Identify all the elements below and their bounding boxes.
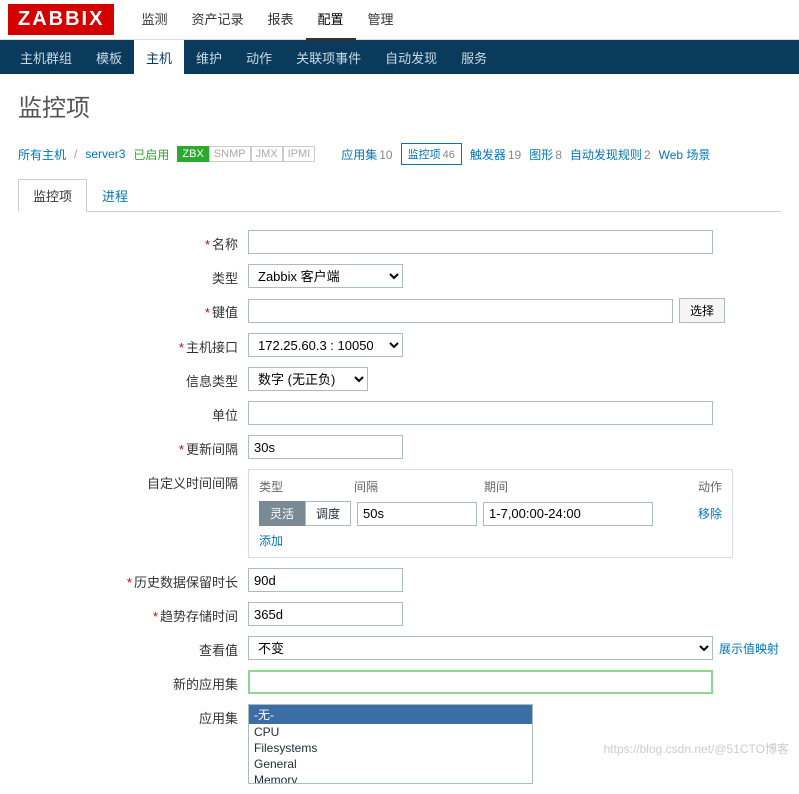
topnav-menu: 监测 资产记录 报表 配置 管理 (129, 0, 405, 41)
interval-type-segment: 灵活 调度 (259, 501, 351, 526)
subnav-maintenance[interactable]: 维护 (184, 40, 234, 74)
app-option-cpu[interactable]: CPU (249, 724, 532, 740)
sub-nav: 主机群组 模板 主机 维护 动作 关联项事件 自动发现 服务 (0, 40, 799, 74)
input-name[interactable] (248, 230, 713, 254)
tab-process[interactable]: 进程 (87, 179, 143, 212)
input-key[interactable] (248, 299, 673, 323)
select-key-button[interactable]: 选择 (679, 298, 725, 323)
status-enabled: 已启用 (133, 146, 169, 163)
tab-item[interactable]: 监控项 (18, 179, 87, 212)
count-applications: 10 (379, 148, 392, 162)
app-option-general[interactable]: General (249, 756, 532, 772)
label-apps: 应用集 (199, 711, 238, 726)
item-form: *名称 类型 Zabbix 客户端 *键值 选择 *主机接口 172.25.60… (0, 212, 799, 784)
ih-type: 类型 (259, 478, 354, 495)
page-title: 监控项 (0, 74, 799, 137)
label-history: 历史数据保留时长 (134, 575, 238, 590)
badge-jmx: JMX (251, 146, 283, 162)
label-info-type: 信息类型 (186, 374, 238, 389)
label-show-value: 查看值 (199, 643, 238, 658)
custom-interval-box: 类型 间隔 期间 动作 灵活 调度 移除 添加 (248, 469, 733, 558)
badge-snmp: SNMP (209, 146, 251, 162)
breadcrumb-all-hosts[interactable]: 所有主机 (18, 146, 66, 163)
value-mapping-link[interactable]: 展示值映射 (719, 640, 779, 657)
topnav-reports[interactable]: 报表 (255, 0, 305, 41)
topnav-administration[interactable]: 管理 (356, 0, 406, 41)
input-update-interval[interactable] (248, 435, 403, 459)
input-history[interactable] (248, 568, 403, 592)
select-info-type[interactable]: 数字 (无正负) (248, 367, 368, 391)
ih-interval: 间隔 (354, 478, 484, 495)
label-custom-interval: 自定义时间间隔 (147, 476, 238, 491)
select-type[interactable]: Zabbix 客户端 (248, 264, 403, 288)
label-interface: 主机接口 (186, 340, 238, 355)
add-interval-link[interactable]: 添加 (259, 534, 283, 548)
subnav-services[interactable]: 服务 (449, 40, 499, 74)
app-option-filesystems[interactable]: Filesystems (249, 740, 532, 756)
subnav-actions[interactable]: 动作 (234, 40, 284, 74)
count-discovery: 2 (644, 148, 651, 162)
input-new-app[interactable] (248, 670, 713, 694)
remove-interval-link[interactable]: 移除 (698, 505, 722, 522)
seg-scheduling[interactable]: 调度 (305, 501, 351, 526)
input-interval[interactable] (357, 502, 477, 526)
label-update-interval: 更新间隔 (186, 442, 238, 457)
topnav-inventory[interactable]: 资产记录 (179, 0, 255, 41)
ih-action: 动作 (659, 478, 722, 495)
count-triggers: 19 (508, 148, 521, 162)
input-period[interactable] (483, 502, 653, 526)
input-trend[interactable] (248, 602, 403, 626)
breadcrumb-host[interactable]: server3 (85, 147, 125, 161)
app-option-memory[interactable]: Memory (249, 772, 532, 784)
label-name: 名称 (212, 237, 238, 252)
breadcrumb-bar: 所有主机 / server3 已启用 ZBX SNMP JMX IPMI 应用集… (0, 137, 799, 171)
topnav-configuration[interactable]: 配置 (306, 0, 356, 41)
top-nav: ZABBIX 监测 资产记录 报表 配置 管理 (0, 0, 799, 40)
link-triggers[interactable]: 触发器 (470, 148, 506, 162)
badge-zbx: ZBX (177, 146, 208, 162)
label-trend: 趋势存储时间 (160, 609, 238, 624)
subnav-templates[interactable]: 模板 (84, 40, 134, 74)
logo: ZABBIX (8, 4, 114, 35)
count-graphs: 8 (555, 148, 562, 162)
count-items: 46 (443, 149, 455, 161)
subnav-hostgroups[interactable]: 主机群组 (8, 40, 84, 74)
tabs: 监控项 进程 (18, 179, 781, 212)
label-new-app: 新的应用集 (173, 677, 238, 692)
seg-flexible[interactable]: 灵活 (259, 501, 305, 526)
badge-ipmi: IPMI (283, 146, 316, 162)
breadcrumb-sep: / (74, 147, 77, 161)
select-show-value[interactable]: 不变 (248, 636, 713, 660)
link-web-scenarios[interactable]: Web 场景 (659, 148, 711, 162)
apps-listbox[interactable]: -无- CPU Filesystems General Memory (248, 704, 533, 784)
label-unit: 单位 (212, 408, 238, 423)
link-discovery-rules[interactable]: 自动发现规则 (570, 148, 642, 162)
link-graphs[interactable]: 图形 (529, 148, 553, 162)
subnav-hosts[interactable]: 主机 (134, 40, 184, 74)
label-key: 键值 (212, 305, 238, 320)
subnav-correlation[interactable]: 关联项事件 (284, 40, 373, 74)
app-option-none[interactable]: -无- (249, 705, 532, 724)
input-unit[interactable] (248, 401, 713, 425)
ih-period: 期间 (484, 478, 659, 495)
link-items[interactable]: 监控项 (408, 149, 441, 161)
link-applications[interactable]: 应用集 (341, 148, 377, 162)
topnav-monitoring[interactable]: 监测 (129, 0, 179, 41)
select-interface[interactable]: 172.25.60.3 : 10050 (248, 333, 403, 357)
label-type: 类型 (212, 271, 238, 286)
subnav-discovery[interactable]: 自动发现 (373, 40, 449, 74)
